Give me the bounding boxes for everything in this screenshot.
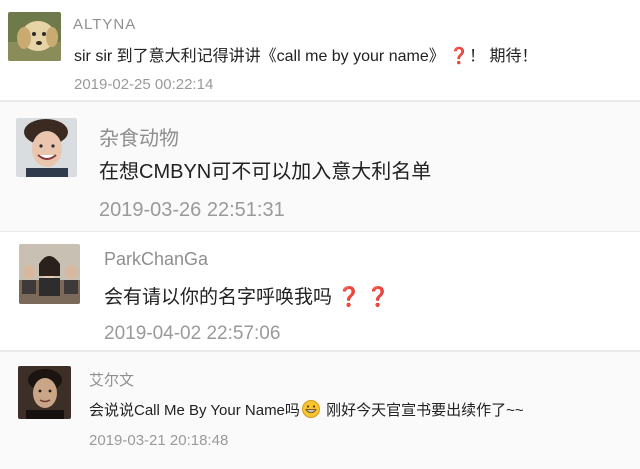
timestamp: 2019-02-25 00:22:14 xyxy=(74,76,214,93)
comment-text-tail: ！ 期待！ xyxy=(469,48,538,65)
smiling-man-avatar-icon xyxy=(16,118,77,177)
avatar[interactable] xyxy=(19,244,80,304)
comment-item: 杂食动物 在想CMBYN可不可以加入意大利名单 2019-03-26 22:51… xyxy=(0,101,640,232)
comment-text-main: 会说说Call Me By Your Name吗 xyxy=(89,402,300,419)
dark-portrait-avatar-icon xyxy=(18,366,71,419)
comment-item: ParkChanGa 会有请以你的名字呼唤我吗 ❓ ❓ 2019-04-02 2… xyxy=(0,232,640,351)
timestamp: 2019-03-21 20:18:48 xyxy=(89,432,229,449)
comment-text-main: 在想CMBYN可不可以加入意大利名单 xyxy=(99,161,432,183)
username[interactable]: 杂食动物 xyxy=(99,122,179,151)
username[interactable]: ParkChanGa xyxy=(104,249,208,270)
comment-text-main: 会有请以你的名字呼唤我吗 xyxy=(104,287,333,308)
timestamp: 2019-04-02 22:57:06 xyxy=(104,323,281,344)
comment-text: sir sir 到了意大利记得讲讲《call me by your name》 … xyxy=(74,42,538,66)
comment-text: 会有请以你的名字呼唤我吗 ❓ ❓ xyxy=(104,282,390,309)
comment-text-tail: 刚好今天官宣书要出续作了~~ xyxy=(321,402,524,419)
comment-text: 在想CMBYN可不可以加入意大利名单 xyxy=(99,155,431,184)
timestamp: 2019-03-26 22:51:31 xyxy=(99,199,285,221)
classroom-avatar-icon xyxy=(19,244,80,304)
username[interactable]: ALTYNA xyxy=(73,16,136,33)
avatar[interactable] xyxy=(18,366,71,419)
comment-text-main: sir sir 到了意大利记得讲讲《call me by your name》 xyxy=(74,48,445,65)
avatar[interactable] xyxy=(8,12,61,61)
username[interactable]: 艾尔文 xyxy=(89,369,134,390)
comment-item: 艾尔文 会说说Call Me By Your Name吗 刚好今天官宣书要出续作… xyxy=(0,351,640,469)
avatar[interactable] xyxy=(16,118,77,177)
question-mark-icon: ❓ xyxy=(449,48,470,65)
question-mark-icon: ❓ ❓ xyxy=(337,287,390,308)
dog-avatar-icon xyxy=(8,12,61,61)
grinning-face-icon xyxy=(301,400,320,422)
comment-text: 会说说Call Me By Your Name吗 刚好今天官宣书要出续作了~~ xyxy=(89,399,524,422)
comment-item: ALTYNA sir sir 到了意大利记得讲讲《call me by your… xyxy=(0,0,640,101)
